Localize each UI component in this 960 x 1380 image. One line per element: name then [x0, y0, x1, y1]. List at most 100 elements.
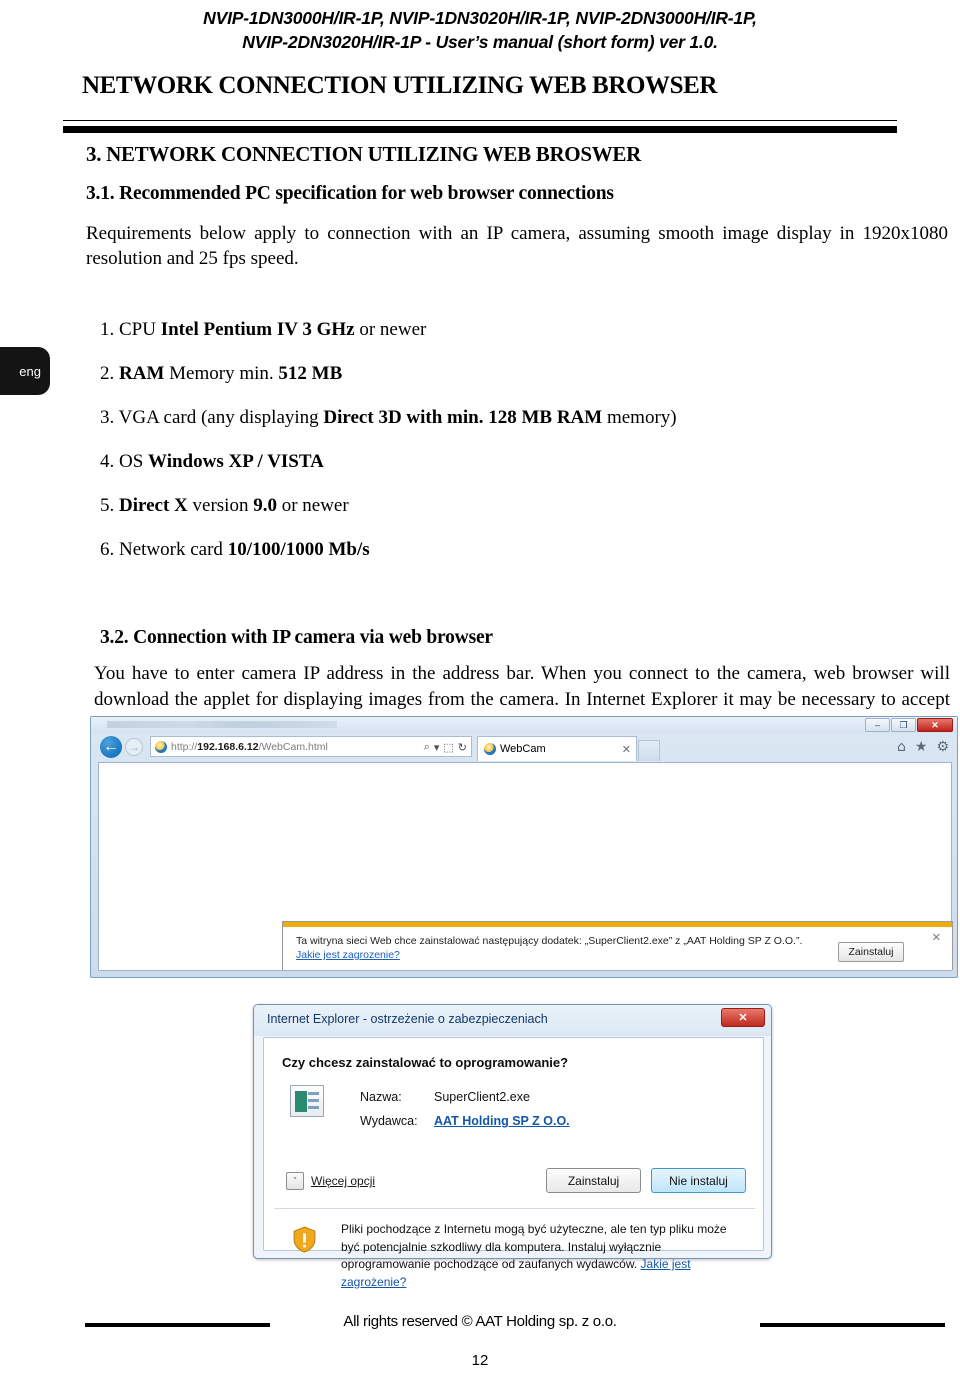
notification-risk-link[interactable]: Jakie jest zagrozenie? — [296, 948, 802, 962]
file-icon-line-1 — [308, 1092, 319, 1095]
spec-item-6-number: 6. — [100, 539, 115, 560]
url-path: /WebCam.html — [258, 740, 328, 753]
url-scheme: http:// — [171, 740, 198, 753]
dialog-warning-text: Pliki pochodzące z Internetu mogą być uż… — [341, 1221, 741, 1291]
dialog-body: Czy chcesz zainstalować to oprogramowani… — [263, 1037, 764, 1289]
spec-item-6: 6. Network card 10/100/1000 Mb/s — [100, 537, 948, 562]
more-options-label: Więcej opcji — [311, 1174, 376, 1188]
refresh-icon[interactable]: ↻ — [458, 741, 467, 754]
tab-favicon-icon — [484, 743, 496, 755]
dialog-question: Czy chcesz zainstalować to oprogramowani… — [282, 1055, 569, 1070]
dialog-publisher-link[interactable]: AAT Holding SP Z O.O. — [434, 1114, 570, 1128]
spec-item-3-post: memory) — [602, 407, 677, 428]
spec-item-5-mid: version — [187, 495, 254, 516]
spec-item-6-pre: Network card — [119, 539, 228, 560]
dont-install-button[interactable]: Nie instaluj — [651, 1168, 746, 1193]
address-bar[interactable]: http://192.168.6.12/WebCam.html ⌕ ▾ ⬚ ↻ — [150, 736, 472, 757]
warning-line-3: pochodzące od zaufanych wydawców. — [433, 1257, 638, 1271]
favorites-star-icon[interactable]: ★ — [915, 739, 928, 755]
window-controls: – ❐ ✕ — [865, 718, 953, 732]
spec-item-3-bold: Direct 3D with min. 128 MB RAM — [323, 407, 603, 428]
addon-notification-bar: Ta witryna sieci Web chce zainstalować n… — [282, 921, 953, 970]
install-button[interactable]: Zainstaluj — [546, 1168, 641, 1193]
spec-item-4: 4. OS Windows XP / VISTA — [100, 449, 948, 474]
file-icon-block — [295, 1091, 307, 1112]
document-header-line-1: NVIP-1DN3000H/IR-1P, NVIP-1DN3020H/IR-1P… — [203, 8, 757, 28]
spec-item-5-post: or newer — [276, 495, 349, 516]
notification-message-text: Ta witryna sieci Web chce zainstalować n… — [296, 935, 803, 947]
page-title: NETWORK CONNECTION UTILIZING WEB BROWSER — [82, 72, 718, 99]
chevron-down-icon[interactable]: ▾ — [434, 741, 440, 754]
spec-item-1: 1. CPU Intel Pentium IV 3 GHz or newer — [100, 317, 948, 342]
spec-item-1-post: or newer — [354, 319, 427, 340]
spec-item-5-bold: Direct X — [119, 495, 188, 516]
spec-item-1-pre: CPU — [119, 319, 161, 340]
browser-viewport: Ta witryna sieci Web chce zainstalować n… — [98, 762, 953, 971]
language-tab-label: eng — [19, 363, 41, 379]
forward-arrow-icon[interactable]: → — [125, 738, 143, 756]
heading-section-3-1: 3.1. Recommended PC specification for we… — [86, 183, 614, 204]
close-button[interactable]: ✕ — [917, 718, 953, 732]
browser-command-icons: ⌂ ★ ⚙ — [897, 739, 949, 755]
notification-accent-stripe — [283, 922, 952, 927]
browser-tab-webcam[interactable]: WebCam ✕ — [477, 736, 637, 761]
browser-screenshot-figure: – ❐ ✕ ← → http://192.168.6.12/WebCam.htm… — [90, 716, 958, 978]
dialog-title-bar: Internet Explorer - ostrzeżenie o zabezp… — [254, 1005, 771, 1036]
header-rule-thick — [63, 124, 897, 133]
tab-label: WebCam — [500, 743, 546, 755]
search-icon[interactable]: ⌕ — [424, 741, 430, 754]
address-bar-tools: ⌕ ▾ ⬚ ↻ — [424, 741, 467, 754]
intro-paragraph: Requirements below apply to connection w… — [86, 223, 948, 269]
spec-item-3: 3. VGA card (any displaying Direct 3D wi… — [100, 405, 948, 430]
spec-item-3-pre: VGA card (any displaying — [118, 407, 324, 428]
notification-message: Ta witryna sieci Web chce zainstalować n… — [296, 934, 802, 962]
new-tab-button[interactable] — [638, 740, 660, 761]
spec-item-4-bold: Windows XP / VISTA — [148, 451, 324, 472]
maximize-button[interactable]: ❐ — [891, 718, 916, 732]
file-icon-line-3 — [308, 1106, 319, 1109]
back-arrow-icon[interactable]: ← — [100, 736, 122, 758]
spec-item-4-pre: OS — [119, 451, 149, 472]
dialog-title: Internet Explorer - ostrzeżenie o zabezp… — [267, 1012, 548, 1026]
footer-copyright: All rights reserved © AAT Holding sp. z … — [343, 1313, 617, 1330]
dialog-publisher-label: Wydawca: — [360, 1114, 418, 1128]
spec-item-1-number: 1. — [100, 319, 115, 340]
ie-security-warning-dialog: Internet Explorer - ostrzeżenie o zabezp… — [253, 1004, 772, 1289]
spec-item-4-number: 4. — [100, 451, 115, 472]
spec-item-5: 5. Direct X version 9.0 or newer — [100, 493, 948, 518]
compatibility-view-icon[interactable]: ⬚ — [443, 741, 453, 754]
dialog-publisher-row: Wydawca: AAT Holding SP Z O.O. — [360, 1109, 570, 1133]
dialog-name-label: Nazwa: — [360, 1090, 402, 1104]
heading-section-3: 3. NETWORK CONNECTION UTILIZING WEB BROS… — [86, 142, 641, 166]
language-tab-eng: eng — [0, 347, 50, 395]
main-content: 3. NETWORK CONNECTION UTILIZING WEB BROS… — [86, 142, 950, 763]
spec-item-5-bold2: 9.0 — [253, 495, 277, 516]
dialog-name-value: SuperClient2.exe — [434, 1090, 530, 1104]
notification-install-button[interactable]: Zainstaluj — [838, 942, 904, 962]
url-host: 192.168.6.12 — [197, 740, 259, 753]
spec-item-2-bold2: 512 MB — [278, 363, 343, 384]
dialog-close-button[interactable]: ✕ — [721, 1008, 765, 1027]
dialog-name-row: Nazwa: SuperClient2.exe — [360, 1085, 570, 1109]
header-rule-thin — [63, 120, 897, 121]
home-icon[interactable]: ⌂ — [897, 739, 906, 755]
spec-item-2-mid: Memory min. — [164, 363, 279, 384]
notification-close-icon[interactable]: ✕ — [932, 931, 941, 944]
more-options-control[interactable]: ˇ Więcej opcji — [286, 1172, 375, 1190]
chevron-down-icon[interactable]: ˇ — [286, 1172, 304, 1190]
spec-item-1-bold: Intel Pentium IV 3 GHz — [160, 319, 355, 340]
document-header-line-2: NVIP-2DN3020H/IR-1P - User’s manual (sho… — [242, 32, 718, 52]
dialog-separator — [274, 1208, 755, 1209]
spec-list: 1. CPU Intel Pentium IV 3 GHz or newer 2… — [100, 317, 948, 562]
file-icon-line-2 — [308, 1099, 319, 1102]
spec-item-2-bold: RAM — [119, 363, 165, 384]
browser-title-text-blurred — [107, 721, 337, 728]
tab-close-icon[interactable]: ✕ — [622, 743, 631, 756]
spec-item-5-number: 5. — [100, 495, 115, 516]
minimize-button[interactable]: – — [865, 718, 890, 732]
browser-navigation-row: ← → http://192.168.6.12/WebCam.html ⌕ ▾ … — [91, 733, 957, 761]
executable-file-icon — [290, 1085, 324, 1117]
browser-title-bar: – ❐ ✕ — [91, 717, 957, 733]
dialog-details: Nazwa: SuperClient2.exe Wydawca: AAT Holdi… — [360, 1085, 570, 1133]
gear-icon[interactable]: ⚙ — [936, 739, 949, 755]
